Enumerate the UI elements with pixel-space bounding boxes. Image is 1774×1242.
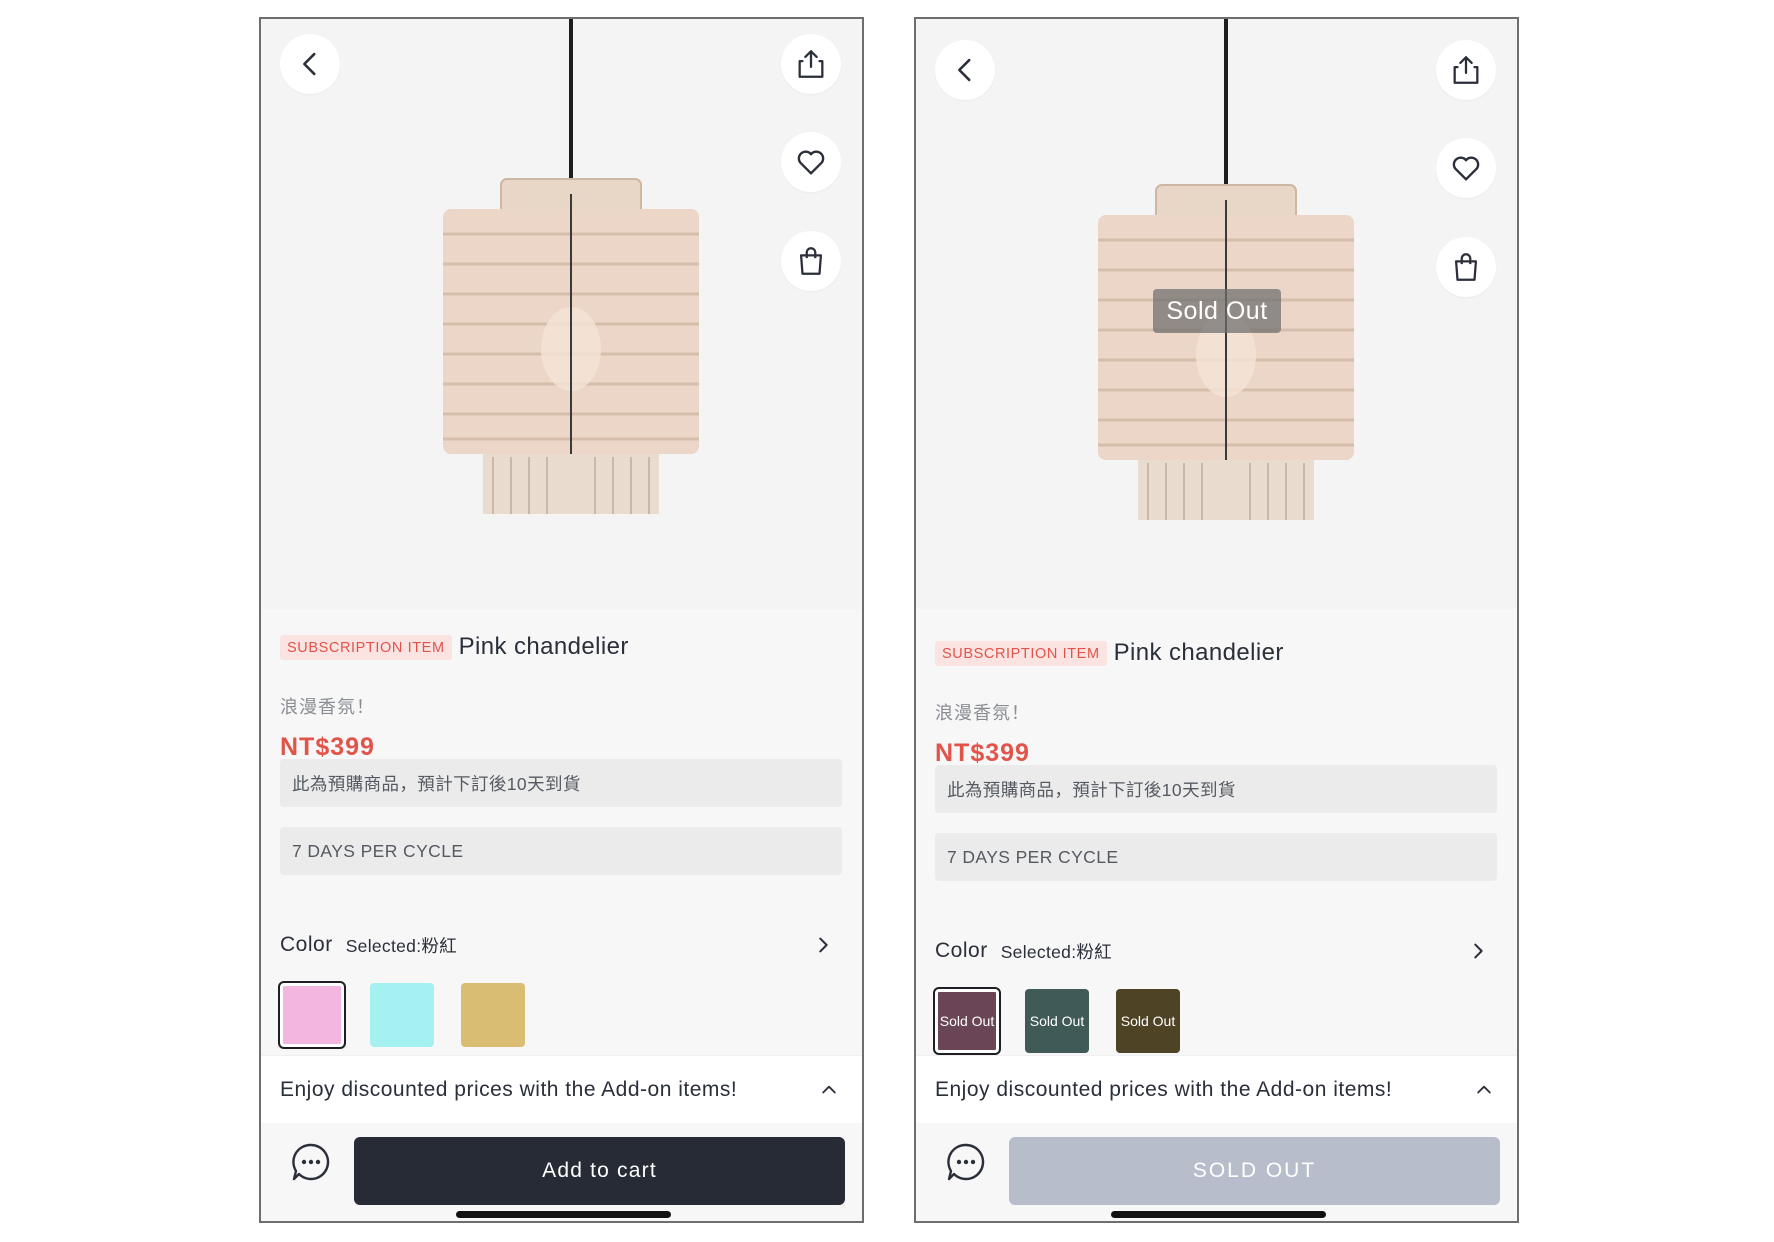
- color-swatch[interactable]: [370, 983, 434, 1047]
- chevron-right-icon: [1474, 943, 1483, 959]
- chevron-left-icon: [303, 52, 316, 76]
- addon-banner[interactable]: Enjoy discounted prices with the Add-on …: [261, 1055, 862, 1123]
- subscription-cycle-note: 7 DAYS PER CYCLE: [280, 827, 842, 875]
- product-screen-add-to-cart: SUBSCRIPTION ITEM Pink chandelier 浪漫香氛！ …: [259, 17, 864, 1223]
- back-button[interactable]: [935, 40, 995, 100]
- color-swatch[interactable]: Sold Out: [1025, 989, 1089, 1053]
- subscription-tag: SUBSCRIPTION ITEM: [280, 634, 452, 660]
- share-button[interactable]: [781, 34, 841, 94]
- chevron-up-icon: [822, 1085, 836, 1094]
- chevron-up-icon: [1477, 1085, 1491, 1094]
- preorder-note: 此為預購商品，預計下訂後10天到貨: [935, 765, 1497, 813]
- subscription-cycle-note: 7 DAYS PER CYCLE: [935, 833, 1497, 881]
- home-indicator: [1111, 1211, 1326, 1218]
- bottom-action-bar: SOLD OUT: [916, 1123, 1517, 1221]
- product-price: NT$399: [935, 739, 1030, 767]
- share-button[interactable]: [1436, 40, 1496, 100]
- shopping-bag-icon: [1454, 253, 1478, 281]
- color-swatch[interactable]: [461, 983, 525, 1047]
- sold-out-button[interactable]: SOLD OUT: [1009, 1137, 1500, 1205]
- add-to-cart-button[interactable]: Add to cart: [354, 1137, 845, 1205]
- swatch-sold-out-label: Sold Out: [1029, 1013, 1085, 1029]
- variant-selected-value: Selected:粉紅: [345, 935, 457, 956]
- cart-button[interactable]: [1436, 237, 1496, 297]
- product-title-row: SUBSCRIPTION ITEM Pink chandelier: [280, 633, 629, 661]
- wishlist-button[interactable]: [1436, 138, 1496, 198]
- color-swatch[interactable]: Sold Out: [933, 987, 1001, 1055]
- color-swatch[interactable]: Sold Out: [1116, 989, 1180, 1053]
- preorder-note: 此為預購商品，預計下訂後10天到貨: [280, 759, 842, 807]
- bottom-action-bar: Add to cart: [261, 1123, 862, 1221]
- product-image-area: Sold Out: [916, 19, 1517, 609]
- sold-out-overlay: Sold Out: [1153, 289, 1281, 333]
- addon-banner[interactable]: Enjoy discounted prices with the Add-on …: [916, 1055, 1517, 1123]
- product-price: NT$399: [280, 733, 375, 761]
- product-subtitle: 浪漫香氛！: [935, 703, 1030, 723]
- product-subtitle: 浪漫香氛！: [280, 697, 375, 717]
- color-variant-row[interactable]: Color Selected:粉紅: [935, 933, 1497, 969]
- chevron-left-icon: [958, 58, 971, 82]
- product-image-area: [261, 19, 862, 609]
- heart-icon: [797, 150, 825, 175]
- cart-button[interactable]: [781, 231, 841, 291]
- wishlist-button[interactable]: [781, 132, 841, 192]
- rattan-pendant-lamp-image: [1098, 19, 1354, 520]
- product-title-row: SUBSCRIPTION ITEM Pink chandelier: [935, 639, 1284, 667]
- product-screen-sold-out: Sold Out SUBSCRIPTION ITEM Pink chandeli…: [914, 17, 1519, 1223]
- subscription-tag: SUBSCRIPTION ITEM: [935, 640, 1107, 666]
- variant-selected-value: Selected:粉紅: [1000, 941, 1112, 962]
- share-icon: [798, 50, 824, 78]
- addon-banner-text: Enjoy discounted prices with the Add-on …: [935, 1077, 1393, 1101]
- back-button[interactable]: [280, 34, 340, 94]
- product-title: Pink chandelier: [458, 633, 629, 660]
- variant-label: Color: [935, 939, 988, 962]
- color-swatch-list: Sold Out Sold Out Sold Out: [933, 987, 1497, 1057]
- swatch-sold-out-label: Sold Out: [939, 1013, 995, 1029]
- product-title: Pink chandelier: [1113, 639, 1284, 666]
- home-indicator: [456, 1211, 671, 1218]
- chevron-right-icon: [819, 937, 828, 953]
- variant-label: Color: [280, 933, 333, 956]
- addon-banner-text: Enjoy discounted prices with the Add-on …: [280, 1077, 738, 1101]
- share-icon: [1453, 56, 1479, 84]
- chat-bubble-icon[interactable]: [290, 1141, 332, 1183]
- color-swatch[interactable]: [278, 981, 346, 1049]
- chat-bubble-icon[interactable]: [945, 1141, 987, 1183]
- swatch-sold-out-label: Sold Out: [1120, 1013, 1176, 1029]
- color-variant-row[interactable]: Color Selected:粉紅: [280, 927, 842, 963]
- heart-icon: [1452, 156, 1480, 181]
- shopping-bag-icon: [799, 247, 823, 275]
- rattan-pendant-lamp-image: [443, 19, 699, 514]
- color-swatch-list: [278, 981, 842, 1051]
